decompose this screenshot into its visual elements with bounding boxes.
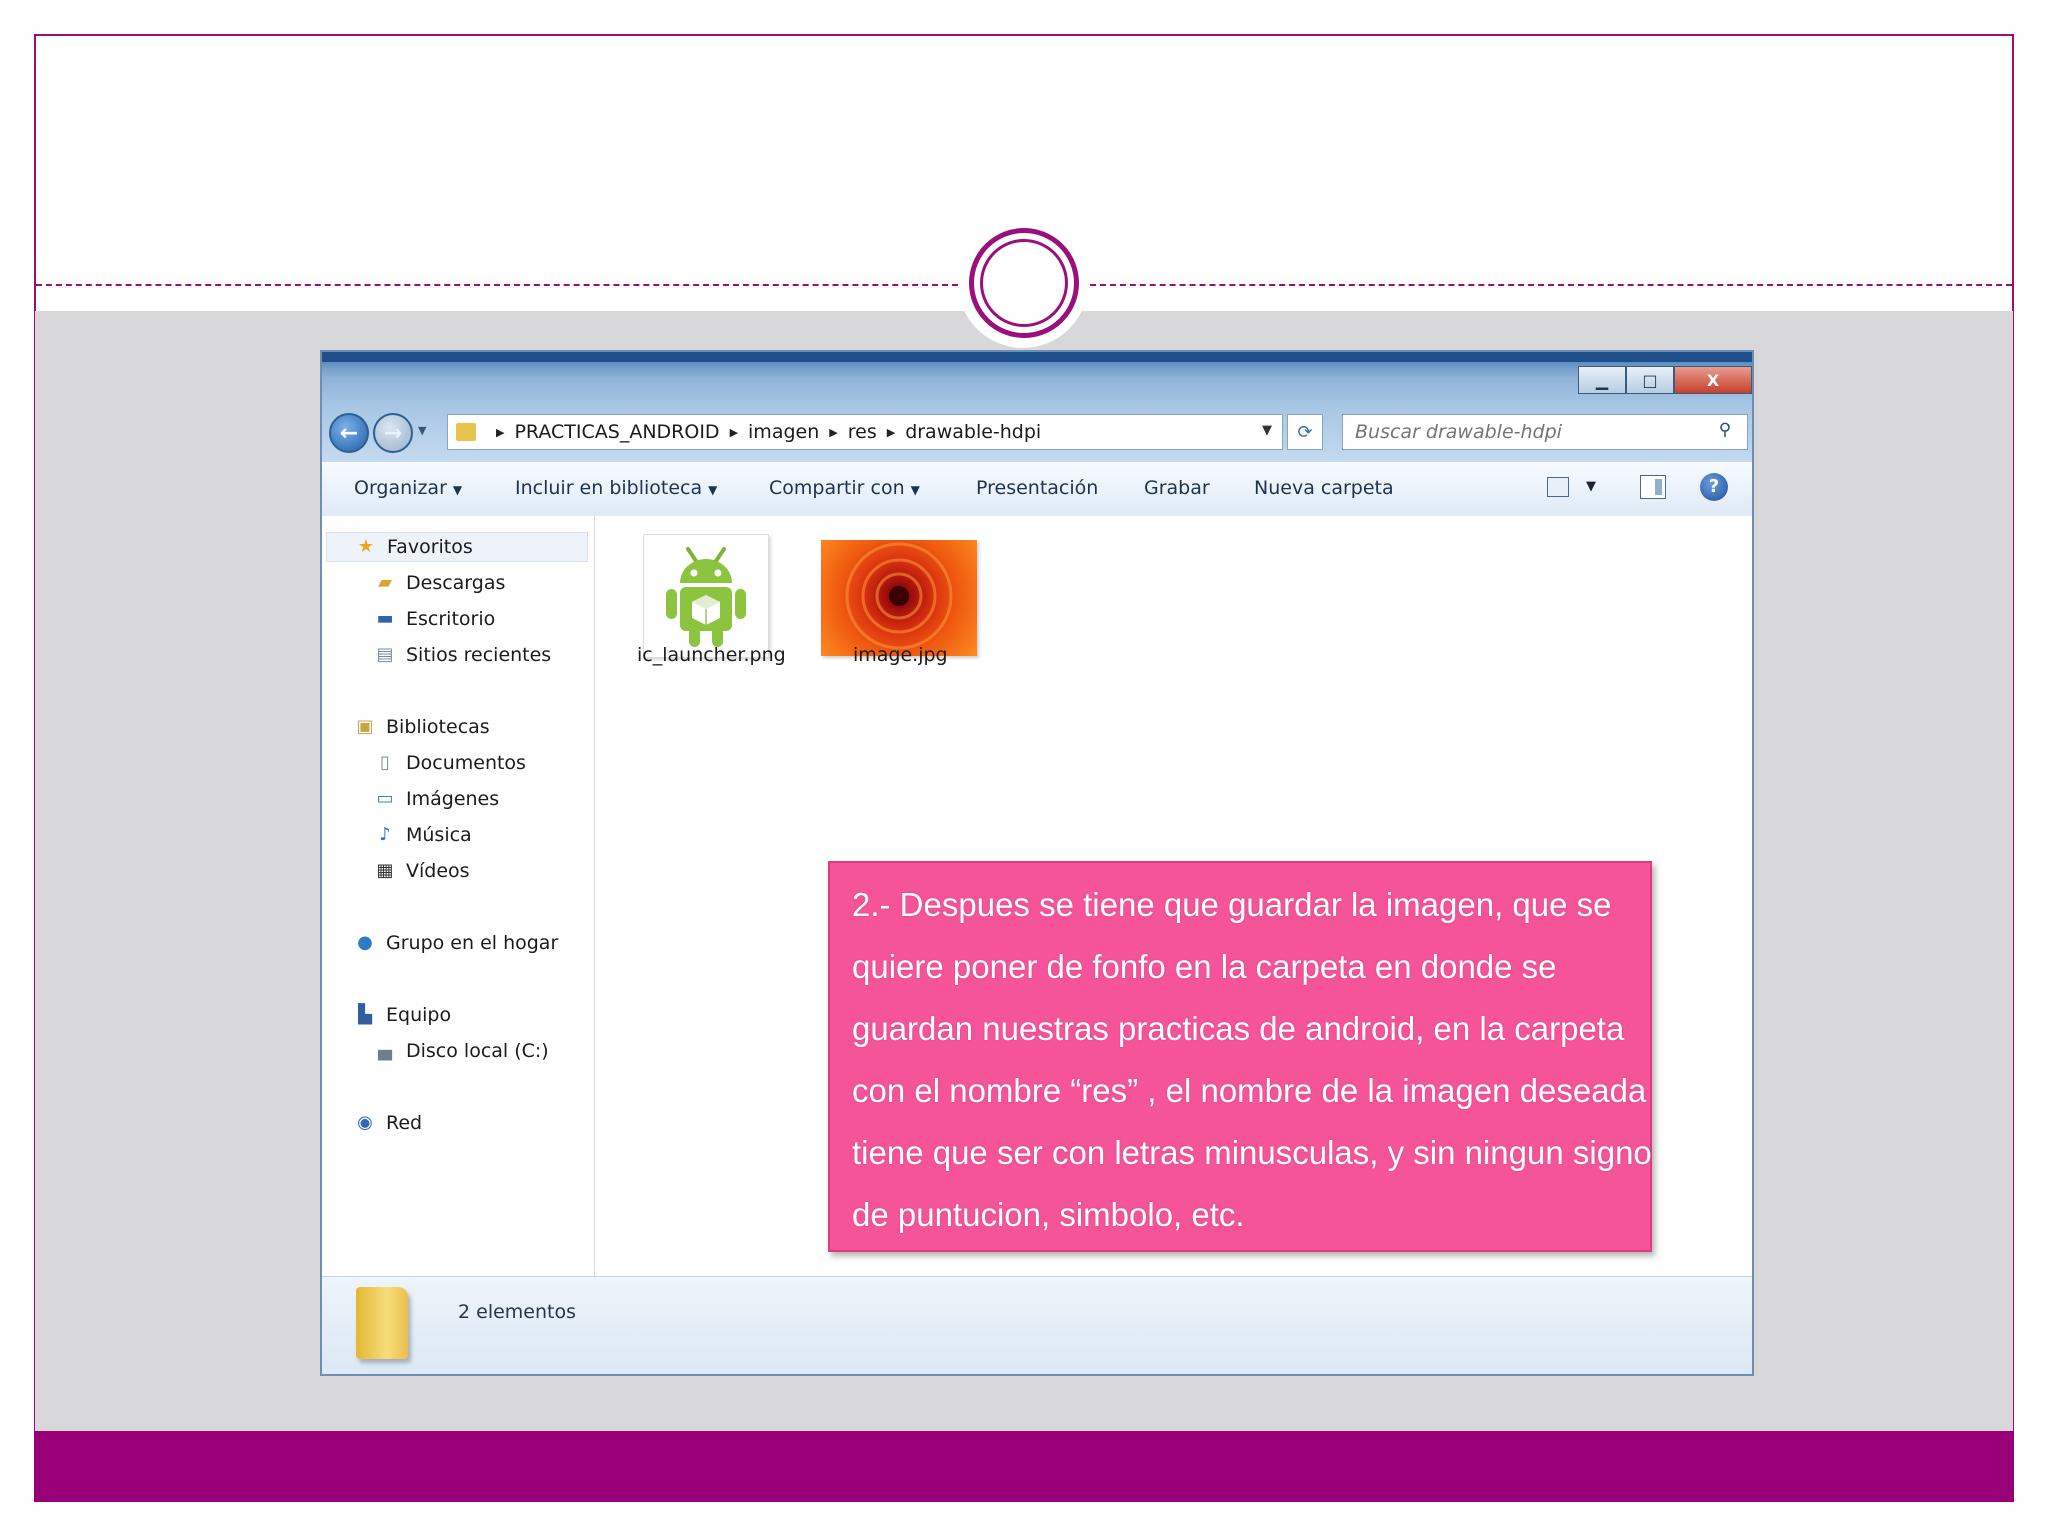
nav-label: Documentos bbox=[406, 752, 526, 774]
view-options-icon[interactable] bbox=[1547, 477, 1569, 497]
decorative-ring-inner bbox=[980, 239, 1068, 327]
nav-label: Favoritos bbox=[387, 536, 473, 558]
chevron-down-icon: ▼ bbox=[418, 424, 427, 437]
recent-pages-dropdown[interactable]: ▼ bbox=[418, 424, 426, 437]
close-button[interactable]: X bbox=[1674, 366, 1752, 394]
nav-item-computer[interactable]: ▙ Equipo bbox=[354, 1000, 451, 1030]
nav-label: Disco local (C:) bbox=[406, 1040, 549, 1062]
nav-item-music[interactable]: ♪ Música bbox=[374, 820, 472, 850]
new-folder-button[interactable]: Nueva carpeta bbox=[1254, 477, 1394, 499]
organize-label: Organizar bbox=[354, 477, 447, 499]
minimize-button[interactable]: ▁ bbox=[1578, 366, 1626, 394]
arrow-right-icon: → bbox=[383, 420, 403, 446]
nav-item-downloads[interactable]: ▰ Descargas bbox=[374, 568, 505, 598]
address-bar: ← → ▼ ▶ PRACTICAS_ANDROID ▶ imagen ▶ res… bbox=[322, 404, 1752, 462]
film-icon: ▦ bbox=[376, 860, 394, 881]
organize-button[interactable]: Organizar ▼ bbox=[354, 477, 462, 499]
flower-image[interactable] bbox=[821, 540, 977, 656]
taskbar-strip bbox=[322, 352, 1752, 362]
star-icon: ★ bbox=[357, 536, 375, 557]
navigation-pane: ★ Favoritos ▰ Descargas ▬ Escritorio ▤ Sitio… bbox=[322, 516, 595, 1276]
item-count: 2 elementos bbox=[458, 1301, 576, 1323]
chevron-down-icon: ▼ bbox=[910, 483, 920, 497]
title-bar: ▁ □ X bbox=[322, 352, 1752, 404]
refresh-button[interactable]: ⟳ bbox=[1287, 414, 1323, 450]
share-label: Compartir con bbox=[769, 477, 905, 499]
file-name[interactable]: image.jpg bbox=[853, 644, 948, 666]
nav-label: Música bbox=[406, 824, 472, 846]
homegroup-icon: ● bbox=[357, 932, 373, 953]
network-icon: ◉ bbox=[357, 1112, 373, 1133]
breadcrumb-item[interactable]: PRACTICAS_ANDROID bbox=[514, 421, 719, 443]
pictures-icon: ▭ bbox=[376, 788, 394, 809]
address-field[interactable]: ▶ PRACTICAS_ANDROID ▶ imagen ▶ res ▶ dra… bbox=[447, 414, 1283, 450]
music-note-icon: ♪ bbox=[379, 824, 391, 845]
chevron-right-icon: ▶ bbox=[886, 425, 896, 439]
command-bar: Organizar ▼ Incluir en biblioteca ▼ Compar… bbox=[322, 462, 1752, 517]
nav-label: Escritorio bbox=[406, 608, 496, 630]
breadcrumb-item[interactable]: imagen bbox=[748, 421, 819, 443]
documents-icon: ▯ bbox=[380, 752, 390, 773]
include-library-button[interactable]: Incluir en biblioteca ▼ bbox=[515, 477, 717, 499]
preview-pane-icon[interactable] bbox=[1640, 475, 1666, 499]
forward-button[interactable]: → bbox=[373, 413, 413, 453]
nav-label: Descargas bbox=[406, 572, 506, 594]
chevron-right-icon: ▶ bbox=[729, 425, 739, 439]
nav-item-libraries[interactable]: ▣ Bibliotecas bbox=[354, 712, 490, 742]
file-name[interactable]: ic_launcher.png bbox=[637, 644, 786, 666]
folder-icon bbox=[356, 1287, 408, 1359]
nav-label: Vídeos bbox=[406, 860, 470, 882]
chevron-right-icon: ▶ bbox=[496, 425, 505, 439]
nav-label: Bibliotecas bbox=[386, 716, 490, 738]
search-icon[interactable]: ⚲ bbox=[1716, 421, 1734, 439]
android-icon[interactable] bbox=[643, 534, 769, 658]
android-robot-graphic bbox=[666, 547, 746, 647]
libraries-icon: ▣ bbox=[356, 716, 374, 737]
nav-item-local-disk[interactable]: ▄ Disco local (C:) bbox=[374, 1036, 549, 1066]
burn-button[interactable]: Grabar bbox=[1144, 477, 1210, 499]
recent-places-icon: ▤ bbox=[376, 644, 394, 665]
folder-icon bbox=[456, 423, 476, 441]
arrow-left-icon: ← bbox=[339, 420, 359, 446]
nav-item-network[interactable]: ◉ Red bbox=[354, 1108, 422, 1138]
help-icon[interactable]: ? bbox=[1700, 473, 1728, 501]
breadcrumb-item[interactable]: drawable-hdpi bbox=[905, 421, 1041, 443]
breadcrumb-item[interactable]: res bbox=[848, 421, 877, 443]
desktop-icon: ▬ bbox=[376, 608, 394, 629]
back-button[interactable]: ← bbox=[329, 413, 369, 453]
nav-item-homegroup[interactable]: ● Grupo en el hogar bbox=[354, 928, 558, 958]
search-input[interactable] bbox=[1342, 414, 1748, 450]
nav-label: Sitios recientes bbox=[406, 644, 552, 666]
details-pane: 2 elementos bbox=[322, 1276, 1752, 1374]
divider-left bbox=[36, 284, 958, 286]
instruction-text: 2.- Despues se tiene que guardar la imag… bbox=[852, 886, 1652, 1233]
computer-icon: ▙ bbox=[358, 1004, 372, 1025]
nav-item-recent[interactable]: ▤ Sitios recientes bbox=[374, 640, 551, 670]
nav-item-images[interactable]: ▭ Imágenes bbox=[374, 784, 499, 814]
divider-right bbox=[1090, 284, 2012, 286]
flower-graphic bbox=[845, 542, 953, 650]
chevron-down-icon: ▼ bbox=[708, 483, 718, 497]
nav-item-favorites[interactable]: ★ Favoritos bbox=[326, 532, 588, 562]
nav-label: Grupo en el hogar bbox=[386, 932, 559, 954]
downloads-folder-icon: ▰ bbox=[378, 572, 392, 593]
nav-label: Equipo bbox=[386, 1004, 452, 1026]
nav-item-desktop[interactable]: ▬ Escritorio bbox=[374, 604, 495, 634]
nav-item-videos[interactable]: ▦ Vídeos bbox=[374, 856, 470, 886]
refresh-icon: ⟳ bbox=[1297, 421, 1313, 443]
chevron-right-icon: ▶ bbox=[829, 425, 838, 439]
nav-label: Imágenes bbox=[406, 788, 500, 810]
address-dropdown-icon[interactable]: ▼ bbox=[1262, 423, 1272, 438]
include-library-label: Incluir en biblioteca bbox=[515, 477, 703, 499]
nav-item-documents[interactable]: ▯ Documentos bbox=[374, 748, 526, 778]
hard-drive-icon: ▄ bbox=[378, 1040, 392, 1061]
nav-label: Red bbox=[386, 1112, 423, 1134]
chevron-down-icon: ▼ bbox=[452, 483, 463, 497]
share-button[interactable]: Compartir con ▼ bbox=[769, 477, 920, 499]
presentation-button[interactable]: Presentación bbox=[976, 477, 1098, 499]
window-controls: ▁ □ X bbox=[1578, 366, 1752, 396]
chevron-down-icon[interactable]: ▼ bbox=[1586, 479, 1596, 494]
slide-footer-bar bbox=[34, 1431, 2014, 1502]
maximize-button[interactable]: □ bbox=[1626, 366, 1674, 394]
